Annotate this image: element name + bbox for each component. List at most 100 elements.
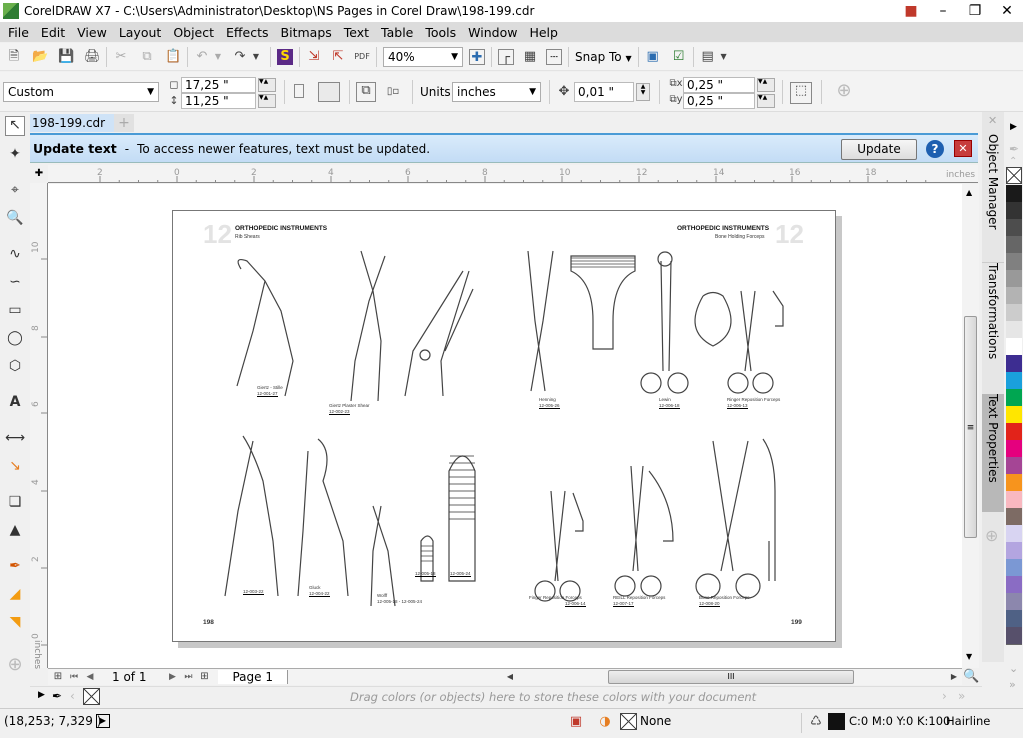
palette-swatch[interactable]	[1006, 321, 1022, 339]
text-tool-icon[interactable]: A	[5, 394, 25, 414]
palette-swatch[interactable]	[1006, 542, 1022, 560]
palette-swatch[interactable]	[1006, 372, 1022, 390]
menu-window[interactable]: Window	[464, 25, 525, 40]
status-menu-icon[interactable]: ▶	[96, 714, 110, 728]
transparency-tool-icon[interactable]: ▲	[5, 522, 25, 542]
close-docker-icon[interactable]: ✕	[988, 114, 997, 127]
full-screen-preview-icon[interactable]: ✚	[469, 48, 485, 65]
help-icon[interactable]: ?	[926, 140, 944, 158]
import-icon[interactable]: ⇲	[306, 49, 322, 65]
palette-swatch[interactable]	[1006, 202, 1022, 220]
add-page-after-icon[interactable]: ⊞	[196, 669, 212, 685]
outline-pen-icon[interactable]: ♺	[808, 714, 824, 730]
palette-swatch[interactable]	[1006, 253, 1022, 271]
palette-swatch[interactable]	[1006, 389, 1022, 407]
color-proofing-icon[interactable]: ▣	[568, 714, 584, 730]
redo-icon[interactable]: ↷	[232, 49, 248, 65]
page-width-input[interactable]: 17,25 "	[181, 77, 256, 93]
palette-swatch[interactable]	[1006, 219, 1022, 237]
snap-to-dropdown[interactable]: Snap To ▼	[575, 50, 632, 64]
palette-swatch[interactable]	[1006, 185, 1022, 203]
drawing-canvas[interactable]: 12 ORTHOPEDIC INSTRUMENTS Rib Shears ORT…	[48, 184, 962, 668]
document-palette-eyedropper-icon[interactable]: ✒	[52, 689, 62, 703]
update-button[interactable]: Update	[841, 139, 917, 160]
undo-dropdown-icon[interactable]: ▼	[210, 49, 226, 65]
duplicate-x-input[interactable]: 0,25 "	[683, 77, 755, 93]
palette-swatch[interactable]	[1006, 423, 1022, 441]
all-pages-icon[interactable]: ⧉	[356, 82, 376, 102]
next-page-icon[interactable]: ▶	[164, 669, 180, 685]
show-guidelines-icon[interactable]: ┄	[546, 48, 562, 65]
document-palette-menu-icon[interactable]: ▶	[38, 690, 45, 700]
add-toolbar-item-icon[interactable]: ⊕	[836, 82, 852, 100]
cut-icon[interactable]: ✂	[113, 49, 129, 65]
page-height-spinner[interactable]: ▼▲	[258, 94, 276, 108]
crop-tool-icon[interactable]: ⌖	[5, 182, 25, 202]
search-content-icon[interactable]: S	[277, 48, 293, 65]
palette-swatch[interactable]	[1006, 355, 1022, 373]
minimize-button[interactable]: –	[927, 3, 959, 19]
menu-file[interactable]: File	[4, 25, 37, 40]
redo-dropdown-icon[interactable]: ▼	[248, 49, 264, 65]
document-no-color-swatch[interactable]	[83, 688, 100, 705]
welcome-screen-icon[interactable]: ▣	[645, 49, 661, 65]
paste-icon[interactable]: 📋	[165, 49, 181, 65]
restore-button[interactable]: ❐	[959, 3, 991, 19]
undo-icon[interactable]: ↶	[194, 49, 210, 65]
docker-tab-text-properties[interactable]: Text Properties	[982, 394, 1004, 512]
duplicate-y-spinner[interactable]: ▼▲	[757, 94, 775, 108]
copy-icon[interactable]: ⧉	[139, 49, 155, 65]
scroll-right-icon[interactable]: ▶	[946, 669, 962, 685]
treat-as-filled-icon[interactable]: ⬚	[790, 82, 812, 104]
interactive-fill-tool-icon[interactable]: ◢	[5, 586, 25, 606]
add-tool-icon[interactable]: ⊕	[5, 654, 25, 675]
palette-swatch[interactable]	[1006, 270, 1022, 288]
color-eyedropper-tool-icon[interactable]: ✒	[5, 558, 25, 578]
export-icon[interactable]: ⇱	[330, 49, 346, 65]
last-page-icon[interactable]: ⏭	[180, 669, 196, 685]
duplicate-x-spinner[interactable]: ▼▲	[757, 78, 775, 92]
application-launcher-icon[interactable]: ▤	[700, 49, 716, 65]
nudge-spinner[interactable]: ▲ ▼	[636, 83, 650, 101]
smart-fill-tool-icon[interactable]: ◥	[5, 614, 25, 634]
menu-effects[interactable]: Effects	[222, 25, 277, 40]
launcher-dropdown-icon[interactable]: ▼	[716, 49, 732, 65]
fill-bucket-icon[interactable]: ◑	[597, 714, 613, 730]
palette-up-icon[interactable]: ⌃	[1009, 156, 1017, 167]
pick-tool-icon[interactable]: ↖	[5, 116, 25, 136]
palette-swatch[interactable]	[1006, 287, 1022, 305]
page-height-input[interactable]: 11,25 "	[181, 93, 256, 109]
first-page-icon[interactable]: ⏮	[66, 669, 82, 685]
menu-object[interactable]: Object	[169, 25, 222, 40]
nudge-distance-input[interactable]: 0,01 "	[574, 82, 634, 102]
menu-bitmaps[interactable]: Bitmaps	[277, 25, 340, 40]
new-document-icon[interactable]: 🗎	[6, 49, 22, 65]
menu-view[interactable]: View	[73, 25, 115, 40]
document-palette-left-icon[interactable]: ‹	[70, 689, 75, 703]
user-icon[interactable]: ■	[895, 3, 927, 19]
palette-swatch[interactable]	[1006, 508, 1022, 526]
ruler-origin-icon[interactable]: ✚	[32, 168, 46, 182]
palette-swatch[interactable]	[1006, 474, 1022, 492]
shape-tool-icon[interactable]: ✦	[5, 146, 25, 166]
palette-expand-icon[interactable]: »	[1009, 678, 1016, 691]
show-grid-icon[interactable]: ▦	[522, 49, 538, 65]
connector-tool-icon[interactable]: ↘	[5, 458, 25, 478]
palette-eyedropper-icon[interactable]: ✒	[1009, 142, 1019, 156]
artistic-media-tool-icon[interactable]: ∽	[5, 274, 25, 294]
options-icon[interactable]: ☑	[671, 49, 687, 65]
publish-pdf-icon[interactable]: PDF	[354, 49, 370, 65]
ellipse-tool-icon[interactable]: ◯	[5, 330, 25, 350]
palette-swatch[interactable]	[1006, 559, 1022, 577]
no-color-swatch[interactable]	[1006, 167, 1022, 184]
palette-swatch[interactable]	[1006, 593, 1022, 611]
palette-scroll-up-icon[interactable]: ▶	[1010, 122, 1017, 132]
palette-swatch[interactable]	[1006, 338, 1022, 356]
units-select[interactable]: inches ▼	[452, 82, 541, 102]
document-palette-expand-icon[interactable]: »	[958, 689, 965, 703]
save-icon[interactable]: 💾	[58, 49, 74, 65]
menu-layout[interactable]: Layout	[115, 25, 170, 40]
palette-swatch[interactable]	[1006, 576, 1022, 594]
vertical-scrollbar[interactable]: ▲ ≡ ▼	[962, 184, 979, 668]
document-tab[interactable]: 198-199.cdr	[30, 114, 114, 132]
